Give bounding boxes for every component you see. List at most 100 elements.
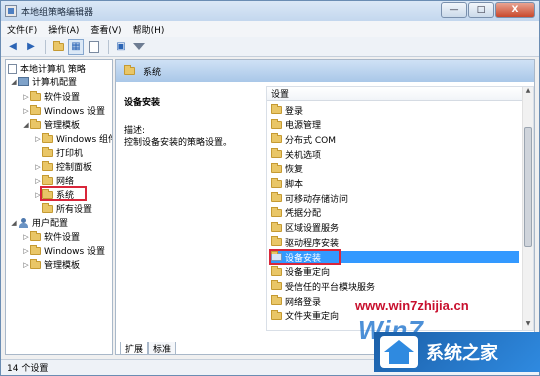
- collapsed-arrow-icon[interactable]: ▷: [22, 107, 30, 115]
- list-item[interactable]: 可移动存储访问: [271, 192, 519, 205]
- tree-item-admin-templates[interactable]: ◢ 管理模板: [22, 118, 80, 131]
- tree-item-printers[interactable]: 打印机: [34, 146, 83, 159]
- folder-up-icon[interactable]: [50, 39, 66, 55]
- scroll-down-icon[interactable]: ▼: [523, 320, 533, 330]
- column-header-settings[interactable]: 设置: [267, 87, 523, 101]
- tree-item-windows-components[interactable]: ▷ Windows 组件: [34, 132, 112, 145]
- tree-label: 所有设置: [56, 205, 93, 215]
- list-item[interactable]: 区域设置服务: [271, 221, 519, 234]
- folder-icon: [30, 244, 41, 255]
- collapsed-arrow-icon[interactable]: ▷: [22, 261, 30, 269]
- list-item-label: 关机选项: [285, 150, 322, 161]
- show-tree-icon[interactable]: ▦: [68, 38, 84, 55]
- toolbar: ◀ ▶ ▦ ▣: [1, 37, 539, 57]
- tree-item-control-panel[interactable]: ▷ 控制面板: [34, 160, 92, 173]
- minimize-button[interactable]: —: [441, 2, 467, 18]
- tree-item-user-software-settings[interactable]: ▷ 软件设置: [22, 230, 80, 243]
- list-item-label: 电源管理: [285, 121, 322, 132]
- tree-item-user-windows-settings[interactable]: ▷ Windows 设置: [22, 244, 105, 257]
- folder-icon: [30, 104, 41, 115]
- collapsed-arrow-icon[interactable]: ▷: [22, 233, 30, 241]
- tree-label: 用户配置: [32, 219, 69, 229]
- folder-icon: [42, 160, 53, 171]
- toolbar-separator: [45, 39, 46, 54]
- filter-icon[interactable]: [131, 39, 147, 55]
- tree-item-system[interactable]: ▷ 系统: [34, 188, 74, 201]
- tree-label: 管理模板: [44, 261, 81, 271]
- expanded-arrow-icon[interactable]: ◢: [10, 219, 18, 227]
- list-item[interactable]: 脚本: [271, 177, 519, 190]
- list-item[interactable]: 驱动程序安装: [271, 236, 519, 249]
- list-item[interactable]: 设备安装: [271, 251, 519, 264]
- folder-icon: [271, 192, 282, 203]
- window-controls: — □ X: [440, 2, 535, 18]
- tree-label: 计算机配置: [32, 78, 78, 88]
- folder-icon: [271, 162, 282, 173]
- tree-label: 控制面板: [56, 163, 93, 173]
- house-icon: [380, 336, 418, 368]
- folder-icon: [30, 230, 41, 241]
- list-item-label: 设备安装: [285, 253, 322, 264]
- title-bar: 本地组策略编辑器 — □ X: [1, 1, 539, 21]
- tree-label: 管理模板: [44, 121, 81, 131]
- tree-item-software-settings[interactable]: ▷ 软件设置: [22, 90, 80, 103]
- list-item[interactable]: 电源管理: [271, 118, 519, 132]
- expanded-arrow-icon[interactable]: ◢: [22, 121, 30, 129]
- collapsed-arrow-icon[interactable]: ▷: [34, 163, 42, 171]
- tree-item-windows-settings[interactable]: ▷ Windows 设置: [22, 104, 105, 117]
- folder-icon: [271, 221, 282, 232]
- menu-file[interactable]: 文件(F): [7, 23, 37, 36]
- collapsed-arrow-icon[interactable]: ▷: [34, 135, 42, 143]
- tree-item-network[interactable]: ▷ 网络: [34, 174, 74, 187]
- menu-help[interactable]: 帮助(H): [133, 23, 165, 36]
- collapsed-arrow-icon[interactable]: ▷: [34, 177, 42, 185]
- menu-view[interactable]: 查看(V): [90, 23, 121, 36]
- description-title: 设备安装: [124, 98, 161, 108]
- tab-standard[interactable]: 标准: [148, 342, 177, 355]
- menu-action[interactable]: 操作(A): [48, 23, 79, 36]
- tree-item-user-config[interactable]: ◢ 用户配置: [10, 216, 68, 229]
- tree-item-all-settings[interactable]: 所有设置: [34, 202, 92, 215]
- list-item-label: 网络登录: [285, 297, 322, 308]
- folder-open-icon: [30, 118, 41, 129]
- tab-extended[interactable]: 扩展: [120, 342, 149, 355]
- folder-icon: [30, 258, 41, 269]
- list-item[interactable]: 设备重定向: [271, 265, 519, 278]
- back-arrow-icon[interactable]: ◀: [5, 39, 21, 55]
- folder-icon: [271, 206, 282, 217]
- scroll-up-icon[interactable]: ▲: [523, 87, 533, 97]
- folder-icon: [271, 177, 282, 188]
- list-item-label: 登录: [285, 106, 304, 117]
- details-header: 系统: [116, 60, 534, 82]
- view-tabs: 扩展 标准: [116, 342, 177, 355]
- tree-item-root[interactable]: 本地计算机 策略: [8, 62, 86, 75]
- forward-arrow-icon[interactable]: ▶: [23, 39, 39, 55]
- list-item[interactable]: 恢复: [271, 162, 519, 176]
- list-item-label: 可移动存储访问: [285, 194, 349, 205]
- list-item[interactable]: 受信任的平台模块服务: [271, 280, 519, 293]
- scroll-thumb[interactable]: [524, 127, 532, 247]
- app-window: 本地组策略编辑器 — □ X 文件(F) 操作(A) 查看(V) 帮助(H) ◀…: [0, 0, 540, 376]
- tree-item-computer-config[interactable]: ◢ 计算机配置: [10, 75, 77, 88]
- document-icon[interactable]: [86, 39, 102, 55]
- list-item[interactable]: 分布式 COM: [271, 133, 519, 146]
- folder-icon: [42, 188, 53, 199]
- collapsed-arrow-icon[interactable]: ▷: [22, 93, 30, 101]
- tree-item-user-admin-templates[interactable]: ▷ 管理模板: [22, 258, 80, 271]
- vertical-scrollbar[interactable]: ▲ ▼: [522, 87, 533, 330]
- folder-icon: [271, 280, 282, 291]
- maximize-button[interactable]: □: [468, 2, 494, 18]
- list-item-label: 恢复: [285, 165, 304, 176]
- collapsed-arrow-icon[interactable]: ▷: [34, 191, 42, 199]
- tree-label: 本地计算机 策略: [20, 65, 86, 75]
- close-button[interactable]: X: [495, 2, 535, 18]
- list-item-label: 脚本: [285, 180, 304, 190]
- list-item[interactable]: 关机选项: [271, 148, 519, 161]
- expanded-arrow-icon[interactable]: ◢: [10, 78, 18, 86]
- list-item[interactable]: 登录: [271, 104, 519, 117]
- collapsed-arrow-icon[interactable]: ▷: [22, 247, 30, 255]
- policy-icon: [8, 63, 17, 74]
- help-panel-icon[interactable]: ▣: [113, 39, 129, 55]
- list-item[interactable]: 凭据分配: [271, 206, 519, 219]
- list-item-label: 文件夹重定向: [285, 312, 340, 323]
